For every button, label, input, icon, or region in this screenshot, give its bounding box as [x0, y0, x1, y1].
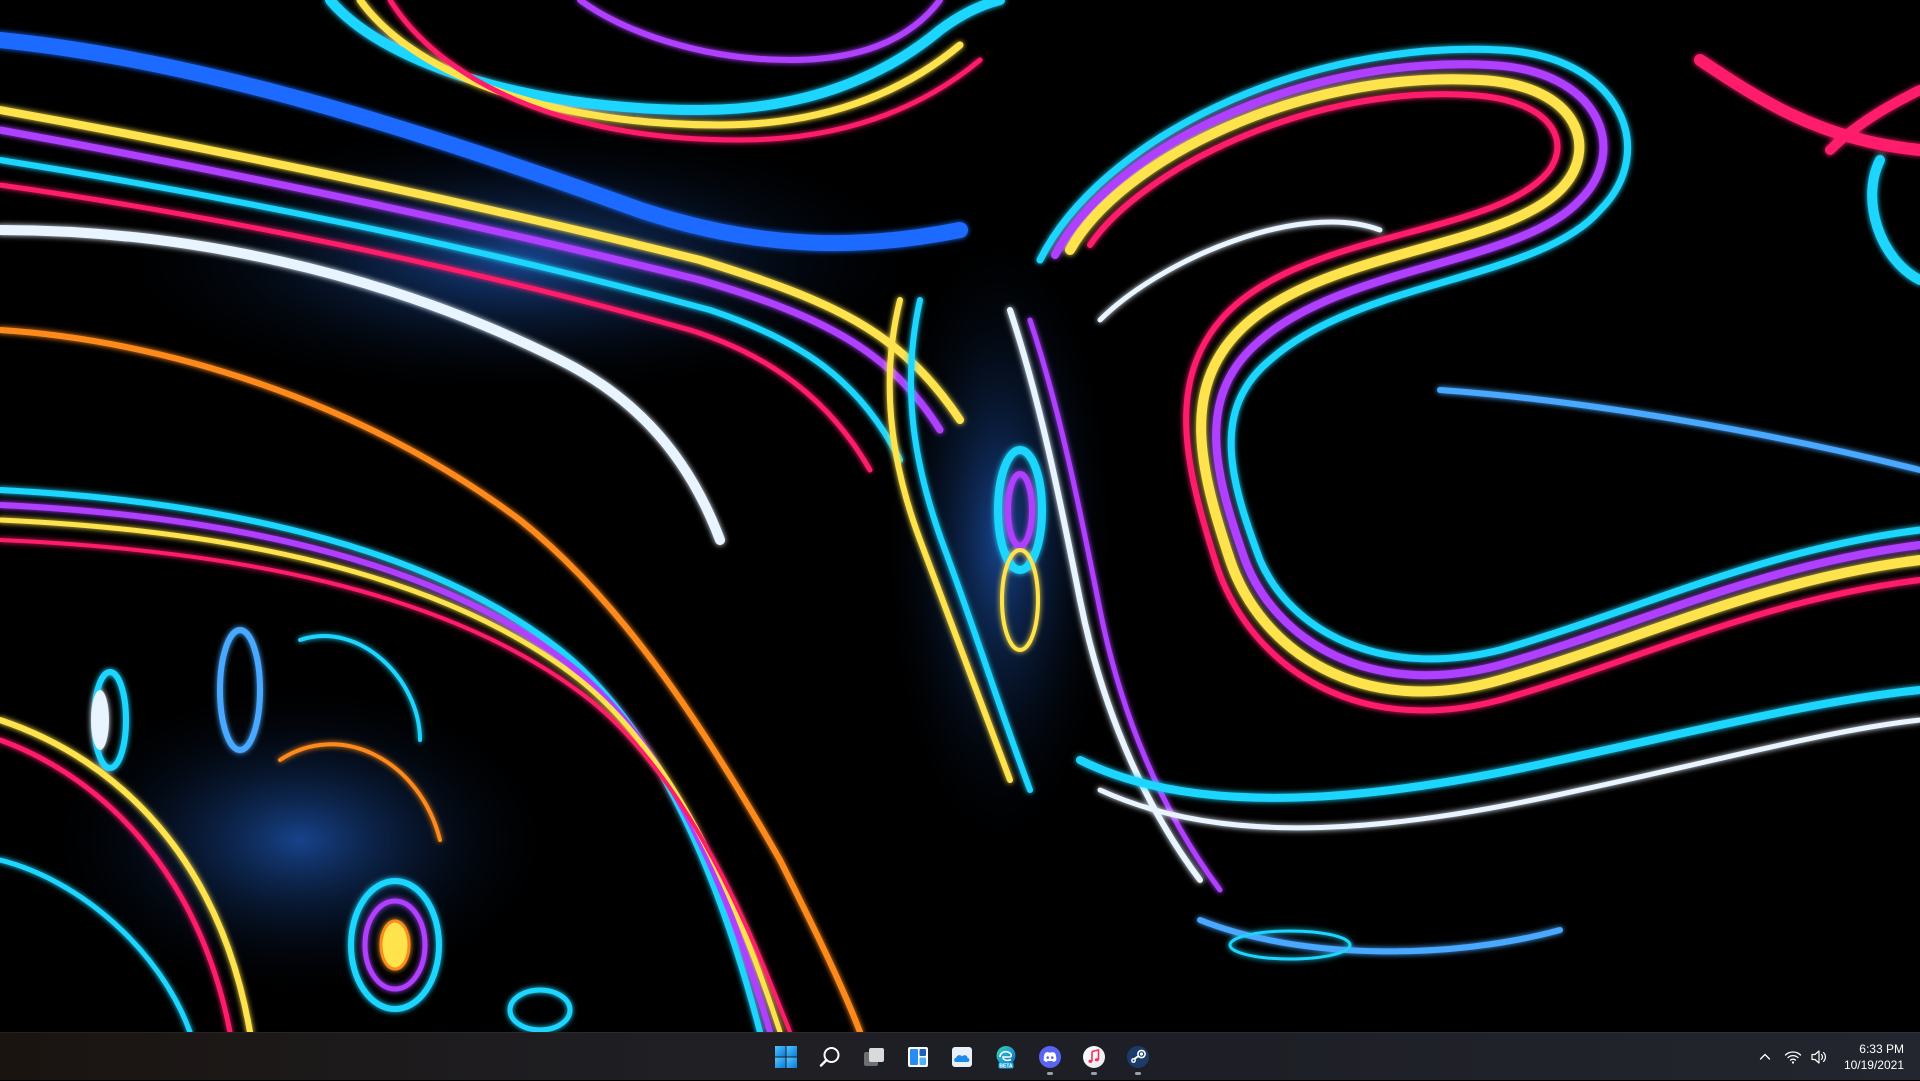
- widgets-icon: [908, 1047, 928, 1067]
- onedrive-icon: [952, 1047, 972, 1067]
- desktop[interactable]: [0, 0, 1920, 1032]
- windows-logo-icon: [775, 1046, 797, 1068]
- running-indicator: [1135, 1072, 1141, 1075]
- steam-icon: [1127, 1046, 1149, 1068]
- running-indicator: [1047, 1072, 1053, 1075]
- wifi-icon: [1784, 1051, 1802, 1064]
- clock-date: 10/19/2021: [1843, 1058, 1904, 1072]
- clock[interactable]: 6:33 PM 10/19/2021: [1834, 1037, 1912, 1077]
- task-view-button[interactable]: [854, 1037, 894, 1077]
- wallpaper-image: [0, 0, 1920, 1032]
- steam-button[interactable]: [1118, 1037, 1158, 1077]
- show-hidden-icons-button[interactable]: [1752, 1037, 1778, 1077]
- discord-button[interactable]: [1030, 1037, 1070, 1077]
- itunes-button[interactable]: [1074, 1037, 1114, 1077]
- quick-settings-button[interactable]: [1778, 1037, 1834, 1077]
- svg-text:BETA: BETA: [999, 1063, 1013, 1069]
- edge-beta-button[interactable]: BETA: [986, 1037, 1026, 1077]
- search-icon: [819, 1047, 840, 1067]
- edge-beta-icon: BETA: [996, 1046, 1016, 1069]
- search-button[interactable]: [810, 1037, 850, 1077]
- start-button[interactable]: [766, 1037, 806, 1077]
- chevron-up-icon: [1759, 1053, 1771, 1060]
- music-icon: [1083, 1046, 1105, 1068]
- system-tray: 6:33 PM 10/19/2021: [1752, 1033, 1912, 1081]
- clock-time: 6:33 PM: [1859, 1042, 1904, 1056]
- onedrive-button[interactable]: [942, 1037, 982, 1077]
- discord-icon: [1039, 1046, 1061, 1068]
- taskbar: BETA 6:33 PM 10/19/2021: [0, 1032, 1920, 1080]
- taskbar-pinned-apps: BETA: [764, 1033, 1160, 1081]
- running-indicator: [1091, 1072, 1097, 1075]
- task-view-icon: [864, 1048, 884, 1066]
- widgets-button[interactable]: [898, 1037, 938, 1077]
- volume-icon: [1811, 1050, 1826, 1064]
